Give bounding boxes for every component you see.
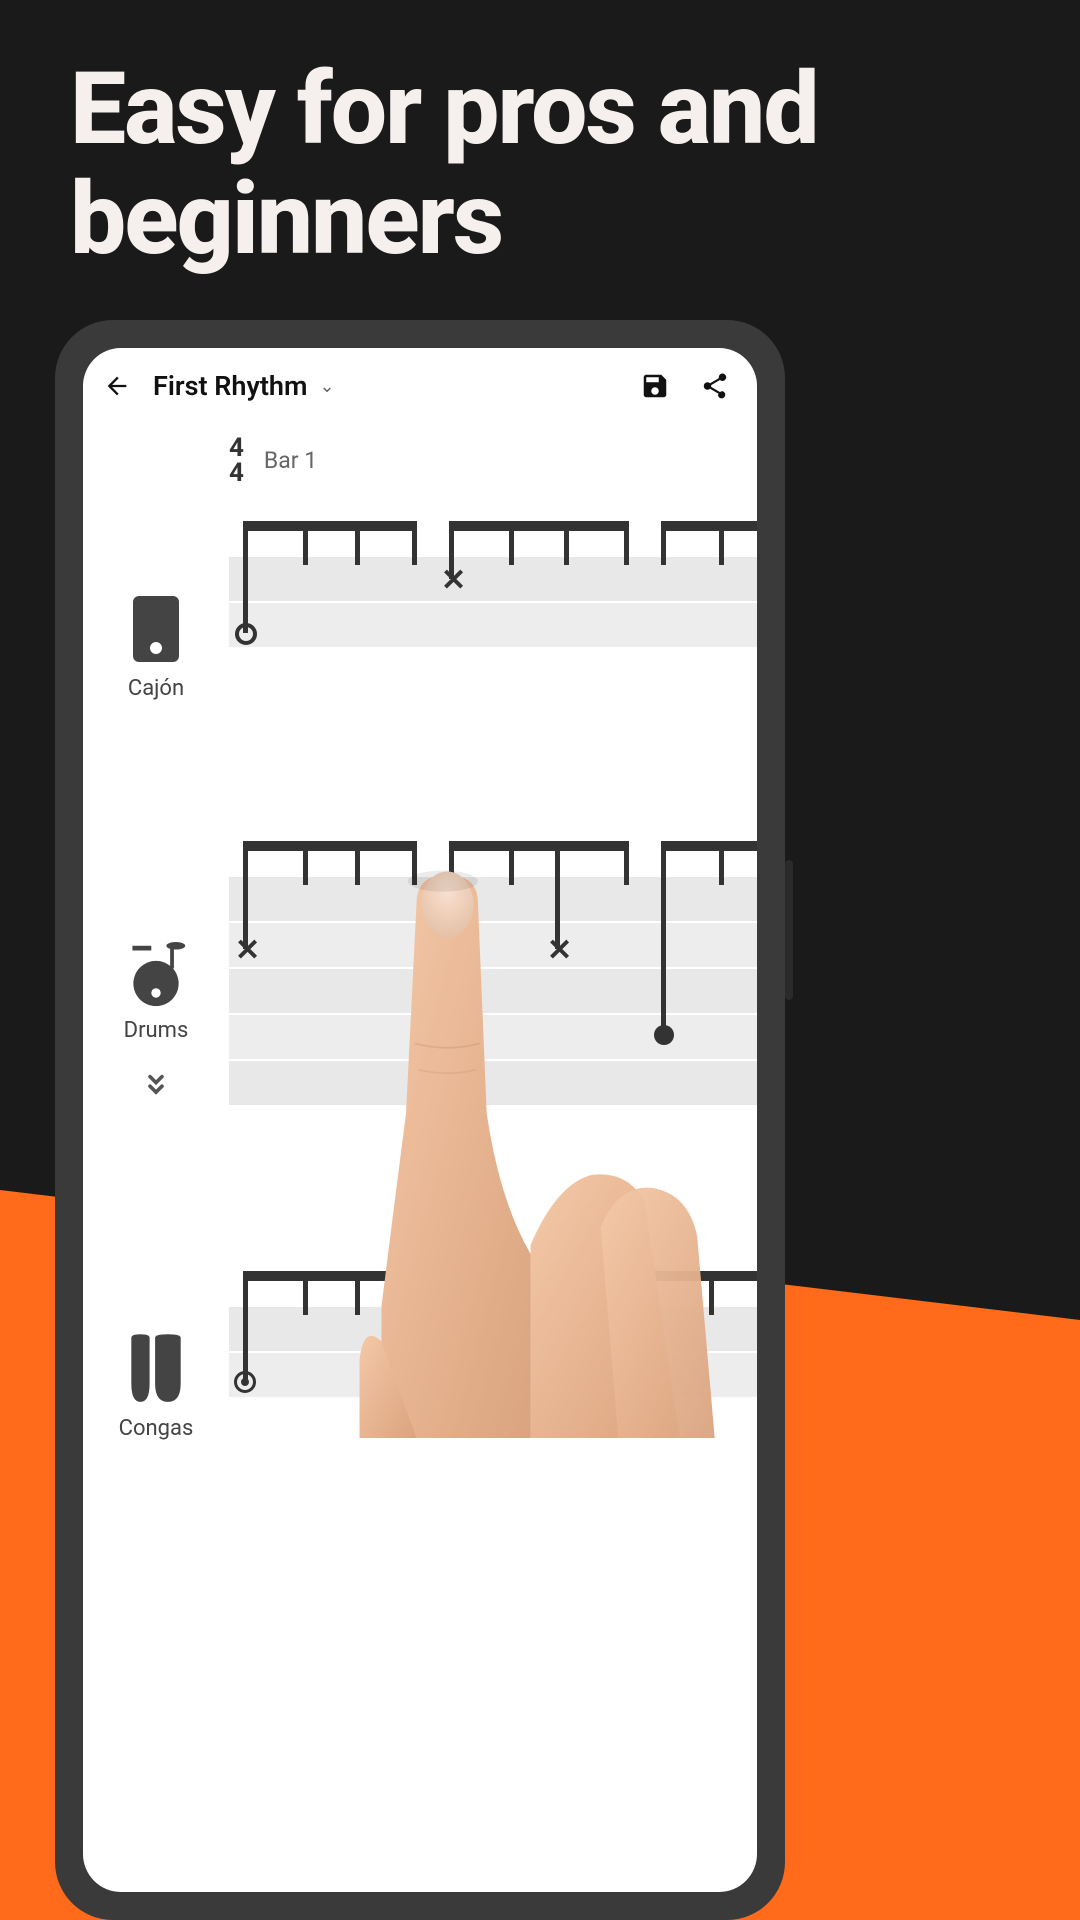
instrument-selector-drums[interactable]: Drums — [83, 841, 229, 1141]
phone-frame: First Rhythm ⌄ 4 4 Bar 1 — [55, 320, 785, 1920]
save-button[interactable] — [637, 368, 673, 404]
cajon-icon — [129, 592, 183, 666]
note-cross: ✕ — [547, 933, 572, 968]
app-header: First Rhythm ⌄ — [83, 348, 757, 424]
time-signature-row: 4 4 Bar 1 — [83, 424, 757, 485]
instrument-row-cajon: Cajón ✕ — [83, 521, 757, 731]
time-signature[interactable]: 4 4 — [229, 436, 244, 485]
bar-label: Bar 1 — [264, 447, 317, 474]
time-sig-bottom: 4 — [229, 461, 244, 486]
phone-power-button — [785, 860, 793, 1000]
double-chevron-down-icon — [141, 1073, 171, 1097]
instrument-selector-cajon[interactable]: Cajón — [83, 521, 229, 731]
instrument-name: Drums — [124, 1018, 189, 1043]
phone-screen: First Rhythm ⌄ 4 4 Bar 1 — [83, 348, 757, 1892]
expand-button[interactable] — [141, 1073, 171, 1101]
arrow-left-icon — [103, 372, 131, 400]
time-sig-top: 4 — [229, 436, 244, 461]
note-cross: ✕ — [441, 563, 466, 598]
notation-congas[interactable] — [229, 1271, 757, 1471]
notation-cajon[interactable]: ✕ — [229, 521, 757, 731]
congas-icon — [124, 1332, 188, 1406]
notation-drums[interactable]: ✕ ✕ ✕ — [229, 841, 757, 1141]
note-cross: ✕ — [235, 933, 260, 968]
note-cross: ✕ — [441, 933, 466, 968]
share-button[interactable] — [697, 368, 733, 404]
promo-headline: Easy for pros and beginners — [0, 0, 1080, 275]
instrument-row-drums: Drums ✕ — [83, 841, 757, 1141]
back-button[interactable] — [97, 366, 137, 406]
header-actions — [637, 368, 743, 404]
share-icon — [700, 371, 730, 401]
instrument-name: Cajón — [128, 676, 184, 701]
instrument-row-congas: Congas — [83, 1271, 757, 1471]
save-icon — [640, 371, 670, 401]
drums-icon — [121, 942, 191, 1008]
rhythm-title: First Rhythm — [153, 370, 307, 402]
chevron-down-icon: ⌄ — [319, 376, 334, 397]
instrument-name: Congas — [119, 1416, 194, 1441]
instrument-selector-congas[interactable]: Congas — [83, 1271, 229, 1471]
rhythm-title-dropdown[interactable]: First Rhythm ⌄ — [153, 370, 621, 402]
